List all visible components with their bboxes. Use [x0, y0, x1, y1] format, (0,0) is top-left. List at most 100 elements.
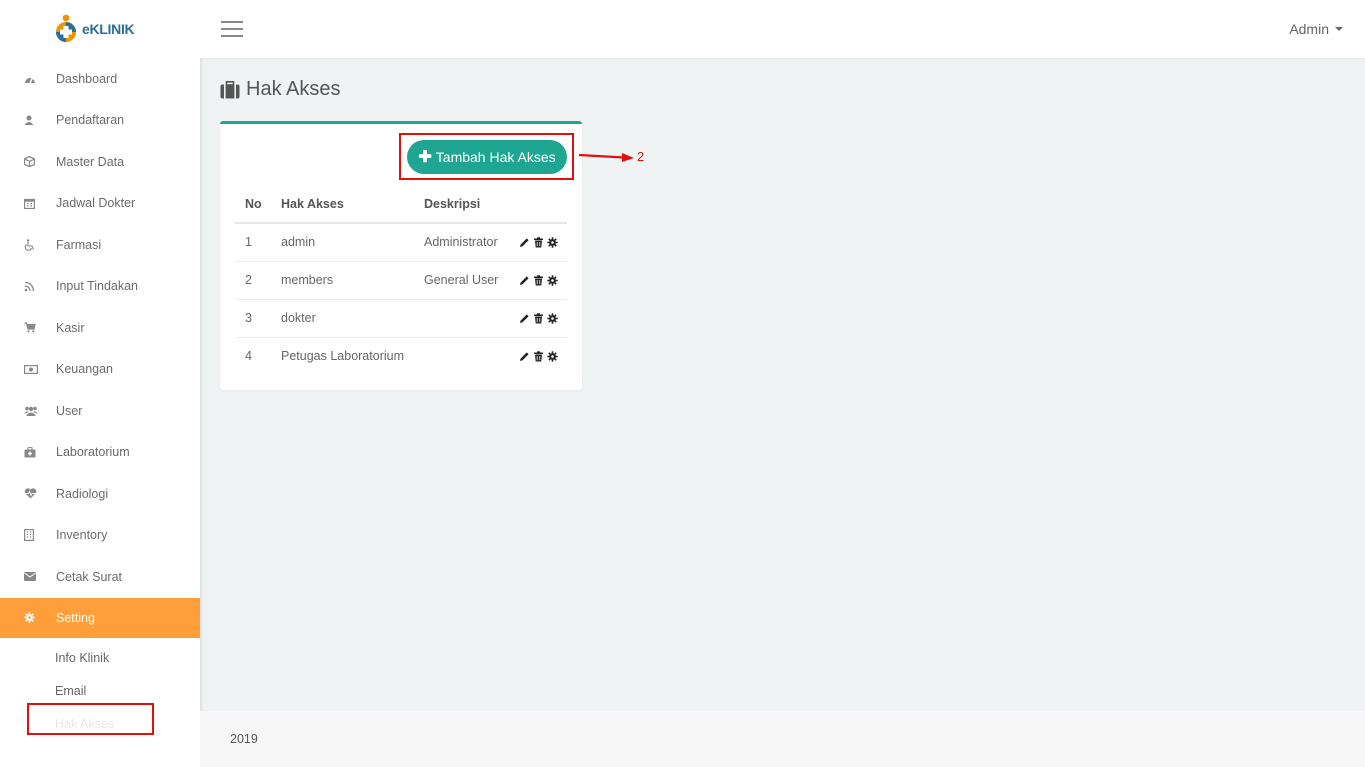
sidebar-item-farmasi[interactable]: Farmasi	[0, 224, 200, 266]
sidebar-item-label: Radiologi	[56, 486, 109, 501]
edit-pencil-icon[interactable]	[519, 237, 530, 248]
sidebar-item-label: Pendaftaran	[56, 113, 125, 128]
footer-text: 2019	[230, 732, 258, 746]
brand-name: eKLINIK	[82, 21, 135, 37]
sidebar-item-label: Jadwal Dokter	[56, 196, 136, 211]
sidebar-item-label: Inventory	[56, 528, 108, 543]
building-icon	[24, 529, 56, 542]
cell-name: Petugas Laboratorium	[281, 349, 404, 364]
sidebar-menu: Dashboard Pendaftaran Master Data Jadwal…	[0, 58, 200, 638]
user-name: Admin	[1289, 21, 1329, 37]
sidebar-item-label: Keuangan	[56, 362, 114, 377]
user-icon	[24, 115, 56, 126]
heartbeat-icon	[24, 488, 56, 499]
annotation-step-number: 2	[637, 149, 645, 164]
annotation-arrow-icon	[578, 150, 636, 167]
sidebar-item-laboratorium[interactable]: Laboratorium	[0, 432, 200, 474]
cell-name: members	[281, 261, 424, 300]
sidebar-item-cetak-surat[interactable]: Cetak Surat	[0, 556, 200, 598]
submenu-item-info-klinik[interactable]: Info Klinik	[0, 642, 200, 675]
sidebar-item-input-tindakan[interactable]: Input Tindakan	[0, 266, 200, 308]
column-header-deskripsi: Deskripsi	[424, 186, 519, 224]
delete-trash-icon[interactable]	[533, 351, 544, 362]
table-row: 1 admin Administrator	[235, 223, 567, 262]
cell-no: 3	[235, 299, 281, 338]
sidebar-item-pendaftaran[interactable]: Pendaftaran	[0, 100, 200, 142]
column-header-actions	[519, 186, 567, 224]
edit-pencil-icon[interactable]	[519, 351, 530, 362]
cell-no: 4	[245, 349, 252, 364]
cell-no: 2	[235, 261, 281, 300]
delete-trash-icon[interactable]	[533, 274, 544, 286]
highlight-box-add-button	[399, 133, 574, 180]
sidebar-item-inventory[interactable]: Inventory	[0, 515, 200, 557]
cart-icon	[24, 322, 56, 333]
sidebar-item-label: Cetak Surat	[56, 569, 123, 584]
highlight-box-hak-akses-menu	[27, 703, 154, 735]
cell-actions	[519, 223, 567, 262]
sidebar-item-keuangan[interactable]: Keuangan	[0, 349, 200, 391]
sidebar-item-label: Farmasi	[56, 237, 102, 252]
dashboard-icon	[24, 74, 56, 84]
settings-gear-icon[interactable]	[547, 274, 558, 286]
cell-desc	[424, 337, 519, 375]
rss-icon	[24, 281, 56, 292]
users-icon	[24, 406, 56, 416]
cube-icon	[24, 156, 56, 168]
delete-trash-icon[interactable]	[533, 237, 544, 248]
cell-no: 1	[235, 223, 281, 262]
gear-icon	[24, 612, 56, 623]
column-header-hak-akses: Hak Akses	[281, 186, 424, 224]
calendar-icon	[24, 198, 56, 209]
clinic-logo-icon	[54, 14, 78, 44]
briefcase-icon	[220, 80, 240, 99]
settings-gear-icon[interactable]	[547, 351, 558, 362]
page-title-text: Hak Akses	[246, 78, 341, 100]
sidebar-item-label: Master Data	[56, 154, 125, 169]
sidebar-item-user[interactable]: User	[0, 390, 200, 432]
sidebar: eKLINIK Dashboard Pendaftaran Master Dat…	[0, 0, 200, 767]
sidebar-item-jadwal-dokter[interactable]: Jadwal Dokter	[0, 183, 200, 225]
delete-trash-icon[interactable]	[533, 312, 544, 324]
table-row: 4 Petugas Laboratorium	[235, 337, 567, 375]
edit-pencil-icon[interactable]	[519, 313, 530, 324]
cell-desc	[424, 299, 519, 338]
sidebar-item-label: Kasir	[56, 320, 85, 335]
settings-gear-icon[interactable]	[547, 312, 558, 324]
column-header-no: No	[235, 186, 281, 224]
sidebar-item-dashboard[interactable]: Dashboard	[0, 58, 200, 100]
cell-actions	[519, 299, 567, 338]
page-title: Hak Akses	[220, 78, 340, 101]
hak-akses-table: No Hak Akses Deskripsi 1 admin Administr…	[235, 186, 567, 375]
edit-pencil-icon[interactable]	[519, 275, 530, 286]
cell-actions	[519, 337, 567, 375]
sidebar-item-kasir[interactable]: Kasir	[0, 307, 200, 349]
table-header-row: No Hak Akses Deskripsi	[235, 186, 567, 224]
caret-down-icon	[1335, 27, 1343, 31]
table-row: 3 dokter	[235, 299, 567, 338]
settings-gear-icon[interactable]	[547, 237, 558, 248]
sidebar-item-label: Setting	[56, 610, 95, 625]
sidebar-item-label: User	[56, 403, 83, 418]
sidebar-item-label: Laboratorium	[56, 445, 130, 460]
medkit-icon	[24, 446, 56, 458]
cell-name: dokter	[281, 299, 424, 338]
menu-toggle-icon[interactable]	[221, 21, 243, 37]
cell-actions	[519, 261, 567, 300]
money-icon	[24, 364, 56, 374]
sidebar-shadow	[200, 58, 204, 711]
sidebar-item-master-data[interactable]: Master Data	[0, 141, 200, 183]
sidebar-item-radiologi[interactable]: Radiologi	[0, 473, 200, 515]
sidebar-item-label: Dashboard	[56, 71, 118, 86]
wheelchair-icon	[24, 239, 56, 251]
brand[interactable]: eKLINIK	[0, 0, 200, 58]
top-navbar: Admin	[200, 0, 1365, 58]
sidebar-item-label: Input Tindakan	[56, 279, 139, 294]
envelope-icon	[24, 572, 56, 582]
footer: 2019	[200, 711, 1365, 767]
user-dropdown[interactable]: Admin	[1289, 21, 1343, 37]
table-row: 2 members General User	[235, 261, 567, 300]
cell-name: admin	[281, 223, 424, 262]
sidebar-item-setting[interactable]: Setting	[0, 597, 200, 638]
cell-desc: General User	[424, 261, 519, 300]
